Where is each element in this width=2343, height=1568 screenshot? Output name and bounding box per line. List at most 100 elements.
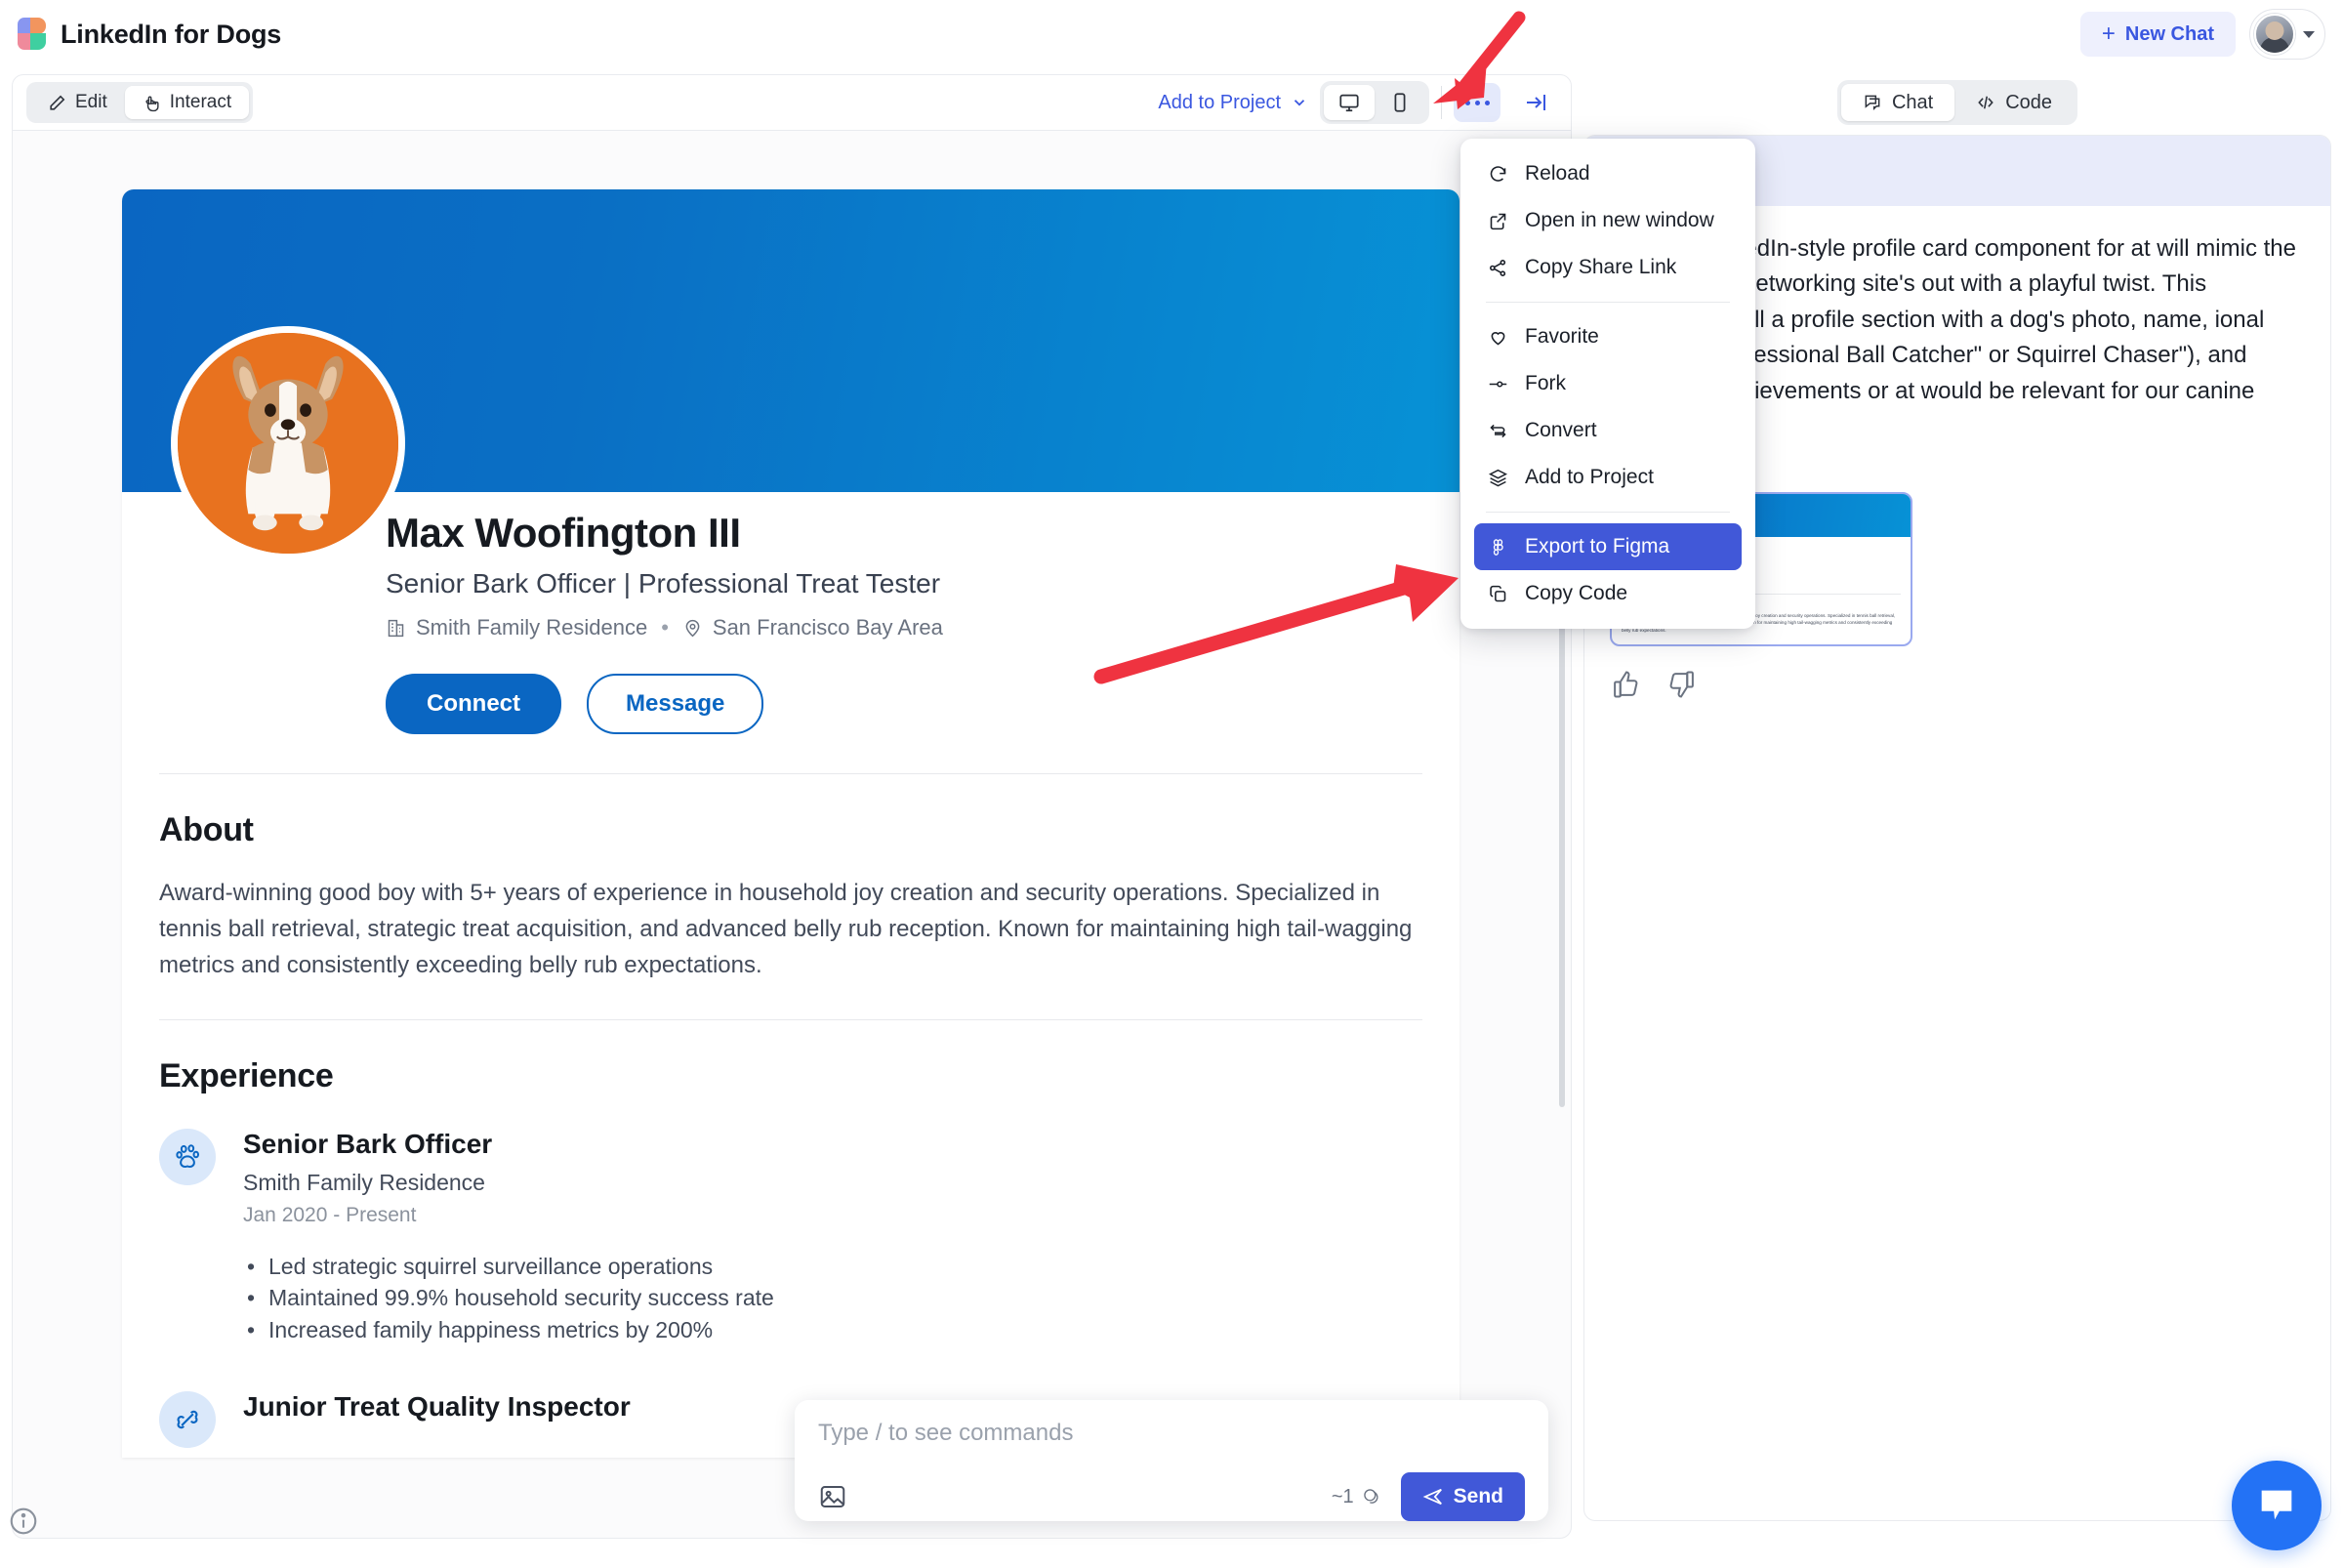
menu-item-reload[interactable]: Reload xyxy=(1474,150,1742,197)
tab-chat-label: Chat xyxy=(1891,91,1934,113)
context-menu: Reload Open in new window Copy Share Lin… xyxy=(1460,139,1755,629)
menu-item-add-to-project[interactable]: Add to Project xyxy=(1474,454,1742,501)
collapse-panel-button[interactable] xyxy=(1512,83,1559,122)
menu-item-fork[interactable]: Fork xyxy=(1474,360,1742,407)
thumbs-up-icon[interactable] xyxy=(1612,670,1641,699)
chat-widget-icon xyxy=(2261,1490,2292,1520)
menu-item-copy-code[interactable]: Copy Code xyxy=(1474,570,1742,617)
profile-company: Smith Family Residence xyxy=(386,615,647,640)
about-heading: About xyxy=(159,811,254,848)
send-button[interactable]: Send xyxy=(1400,1472,1525,1521)
experience-title: Senior Bark Officer xyxy=(243,1128,493,1159)
brand: LinkedIn for Dogs xyxy=(0,18,281,51)
toolbar-right-actions: Add to Project xyxy=(1158,81,1571,124)
experience-bullets: Led strategic squirrel surveillance oper… xyxy=(243,1251,774,1346)
profile-name: Max Woofington III xyxy=(386,510,741,556)
header-actions: + New Chat xyxy=(2079,9,2343,60)
account-menu[interactable] xyxy=(2249,9,2325,60)
mobile-view-button[interactable] xyxy=(1375,85,1425,120)
toolbar-divider xyxy=(1441,86,1442,119)
menu-item-favorite[interactable]: Favorite xyxy=(1474,313,1742,360)
about-text: Award-winning good boy with 5+ years of … xyxy=(159,880,1413,979)
avatar xyxy=(2254,14,2295,55)
tab-code[interactable]: Code xyxy=(1954,84,2074,121)
menu-item-label: Add to Project xyxy=(1525,466,1654,488)
preview-toolbar: Edit Interact Add to Project xyxy=(12,74,1572,131)
profile-card: Max Woofington III Senior Bark Officer |… xyxy=(122,189,1459,1458)
interact-mode-button[interactable]: Interact xyxy=(124,86,250,119)
paw-icon xyxy=(159,1128,216,1185)
menu-item-export-to-figma[interactable]: Export to Figma xyxy=(1474,523,1742,570)
menu-item-label: Reload xyxy=(1525,162,1590,185)
dog-photo-icon xyxy=(178,333,398,554)
menu-item-copy-share-link[interactable]: Copy Share Link xyxy=(1474,244,1742,291)
menu-item-label: Export to Figma xyxy=(1525,535,1670,557)
profile-location: San Francisco Bay Area xyxy=(682,615,943,640)
arrow-right-to-line-icon xyxy=(1527,95,1545,110)
send-icon xyxy=(1422,1488,1442,1506)
menu-item-convert[interactable]: Convert xyxy=(1474,407,1742,454)
feedback-controls xyxy=(1584,646,2330,722)
panel-tabs: Chat Code xyxy=(1836,80,2078,125)
message-button[interactable]: Message xyxy=(587,674,764,734)
figma-logo-icon xyxy=(18,18,47,51)
heart-icon xyxy=(1486,327,1509,348)
send-label: Send xyxy=(1453,1485,1503,1507)
more-options-button[interactable] xyxy=(1454,83,1500,122)
composer-input[interactable]: Type / to see commands xyxy=(818,1420,1525,1447)
token-counter: ~1 xyxy=(1332,1486,1381,1508)
top-header: LinkedIn for Dogs + New Chat xyxy=(0,0,2343,68)
experience-title: Junior Treat Quality Inspector xyxy=(243,1390,631,1422)
plus-icon: + xyxy=(2101,21,2116,47)
app-root: LinkedIn for Dogs + New Chat Edit Intera… xyxy=(0,0,2343,1568)
chat-widget-button[interactable] xyxy=(2232,1461,2322,1550)
experience-bullet: Maintained 99.9% household security succ… xyxy=(243,1282,774,1314)
hand-icon xyxy=(145,96,159,111)
chat-composer: Type / to see commands ~1 Send xyxy=(795,1400,1548,1521)
composer-controls: ~1 Send xyxy=(818,1472,1525,1521)
chevron-down-icon xyxy=(1294,100,1305,106)
experience-dates: Jan 2020 - Present xyxy=(243,1203,417,1226)
connect-button[interactable]: Connect xyxy=(386,674,561,734)
menu-item-label: Open in new window xyxy=(1525,209,1714,231)
viewport-segmented-control xyxy=(1320,81,1429,124)
image-icon[interactable] xyxy=(818,1482,847,1511)
ellipsis-icon xyxy=(1464,100,1490,105)
layers-icon xyxy=(1486,468,1509,488)
experience-item: Senior Bark Officer Smith Family Residen… xyxy=(159,1128,1422,1346)
profile-actions: Connect Message xyxy=(386,674,1459,773)
tab-chat[interactable]: Chat xyxy=(1840,84,1955,121)
bone-icon xyxy=(159,1390,216,1448)
refresh-icon xyxy=(1486,164,1509,185)
menu-item-label: Copy Code xyxy=(1525,582,1628,604)
experience-details: Junior Treat Quality Inspector xyxy=(243,1391,631,1448)
edit-mode-button[interactable]: Edit xyxy=(30,86,125,119)
experience-section: Experience Senior Bark Officer Smith Fam… xyxy=(122,1020,1459,1458)
info-icon[interactable] xyxy=(8,1506,39,1537)
add-to-project-label: Add to Project xyxy=(1158,91,1281,113)
menu-item-label: Copy Share Link xyxy=(1525,256,1677,278)
add-to-project-button[interactable]: Add to Project xyxy=(1158,92,1308,114)
profile-headline: Senior Bark Officer | Professional Treat… xyxy=(386,568,941,598)
mode-segmented-control: Edit Interact xyxy=(26,82,254,123)
map-pin-icon xyxy=(685,619,700,637)
new-chat-button[interactable]: + New Chat xyxy=(2079,12,2236,57)
profile-meta: Smith Family Residence • San Francisco B… xyxy=(386,615,1459,640)
menu-item-open-in-new-window[interactable]: Open in new window xyxy=(1474,197,1742,244)
new-chat-label: New Chat xyxy=(2124,22,2214,45)
menu-separator-2 xyxy=(1486,512,1730,513)
menu-item-label: Convert xyxy=(1525,419,1597,441)
pencil-icon xyxy=(50,95,65,110)
about-section: About Award-winning good boy with 5+ yea… xyxy=(122,774,1459,1019)
edit-mode-label: Edit xyxy=(75,92,107,112)
thumbs-down-icon[interactable] xyxy=(1666,670,1696,699)
experience-bullet: Led strategic squirrel surveillance oper… xyxy=(243,1251,774,1283)
experience-company: Smith Family Residence xyxy=(243,1169,485,1195)
menu-item-label: Favorite xyxy=(1525,325,1599,348)
profile-photo xyxy=(171,326,405,560)
building-icon xyxy=(388,619,404,637)
profile-company-label: Smith Family Residence xyxy=(416,615,648,640)
desktop-view-button[interactable] xyxy=(1324,85,1375,120)
convert-icon xyxy=(1486,421,1509,441)
experience-details: Senior Bark Officer Smith Family Residen… xyxy=(243,1129,774,1346)
